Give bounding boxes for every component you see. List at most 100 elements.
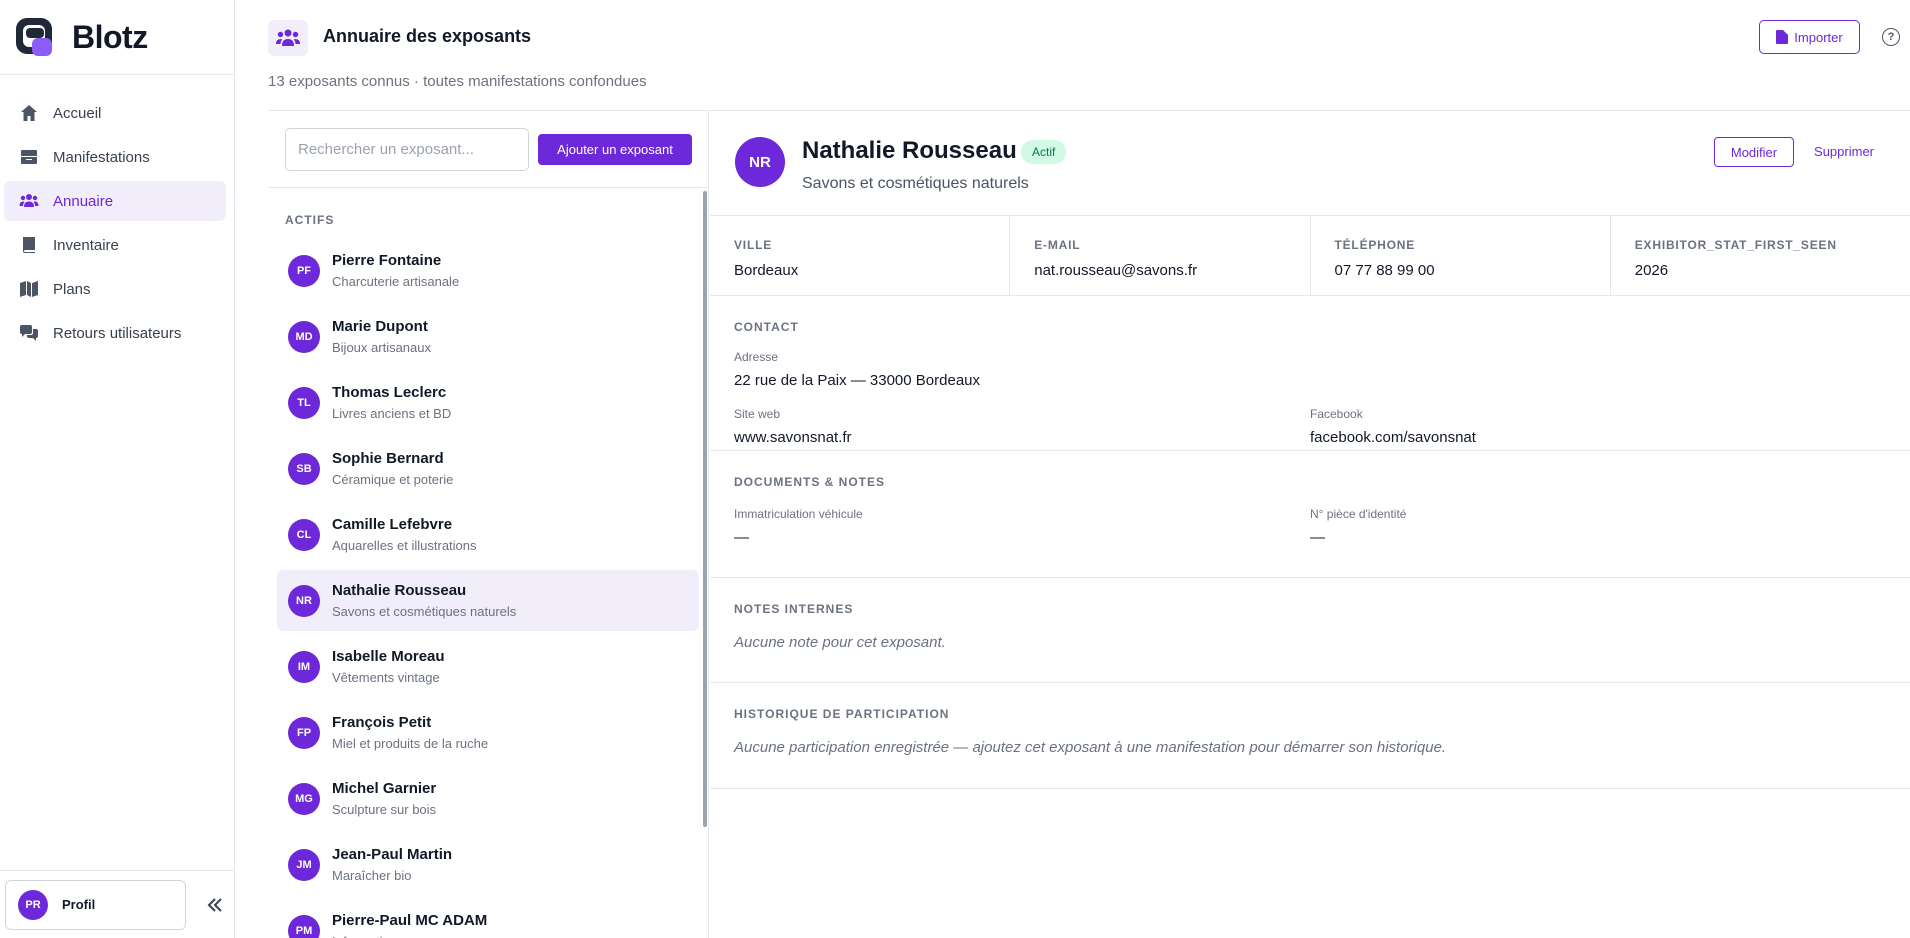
list-item[interactable]: TL Thomas Leclerc Livres anciens et BD (277, 372, 699, 433)
contact-section: CONTACT Adresse 22 rue de la Paix — 3300… (710, 296, 1910, 451)
collapse-sidebar-button[interactable] (202, 892, 228, 918)
exhibitor-name: Nathalie Rousseau (332, 581, 467, 599)
sidebar-item-annuaire[interactable]: Annuaire (4, 181, 226, 221)
sidebar-item-manifestations[interactable]: Manifestations (4, 137, 226, 177)
import-button[interactable]: Importer (1759, 20, 1860, 54)
users-icon (268, 20, 308, 56)
stats-row: VILLE Bordeaux E-MAIL nat.rousseau@savon… (710, 216, 1910, 296)
exhibitor-name: Marie Dupont (332, 317, 428, 335)
list-item[interactable]: PM Pierre-Paul MC ADAM Informatique (277, 900, 699, 938)
exhibitor-detail: NR Nathalie Rousseau Actif Savons et cos… (710, 110, 1910, 938)
exhibitor-category: Bijoux artisanaux (332, 339, 431, 355)
page-subtitle: 13 exposants connus · toutes manifestati… (268, 73, 647, 90)
stat-label: VILLE (734, 238, 773, 252)
avatar: PM (288, 914, 320, 938)
history-section: HISTORIQUE DE PARTICIPATION Aucune parti… (710, 683, 1910, 789)
stat-ville: VILLE Bordeaux (710, 216, 1011, 295)
stat-first-seen: EXHIBITOR_STAT_FIRST_SEEN 2026 (1611, 216, 1910, 295)
exhibitor-name: Michel Garnier (332, 779, 437, 797)
section-label: ACTIFS (285, 213, 335, 227)
avatar: SB (288, 452, 320, 485)
help-icon[interactable]: ? (1882, 28, 1900, 46)
field-label: N° pièce d'identité (1310, 507, 1407, 521)
avatar: MD (288, 320, 320, 353)
exhibitor-list-panel: Ajouter un exposant ACTIFS PF Pierre Font… (268, 110, 709, 938)
field-label: Immatriculation véhicule (734, 507, 863, 521)
list-item-text: Marie Dupont Bijoux artisanaux (332, 317, 431, 357)
delete-button[interactable]: Supprimer (1814, 144, 1874, 159)
sidebar-item-label: Retours utilisateurs (53, 324, 182, 342)
address-field: Adresse 22 rue de la Paix — 33000 Bordea… (734, 350, 1886, 389)
documents-grid: Immatriculation véhicule — N° pièce d'id… (734, 507, 1886, 546)
list-item[interactable]: SB Sophie Bernard Céramique et poterie (277, 438, 699, 499)
contact-grid: Site web www.savonsnat.fr Facebook faceb… (734, 407, 1886, 446)
exhibitor-name: Jean-Paul Martin (332, 845, 453, 863)
profile-label: Profil (62, 897, 96, 912)
list-item-text: Sophie Bernard Céramique et poterie (332, 449, 453, 489)
list-item[interactable]: NR Nathalie Rousseau Savons et cosmétiques… (277, 570, 699, 631)
exhibitor-name: Thomas Leclerc (332, 383, 447, 401)
map-icon (18, 278, 40, 300)
exhibitor-name: Isabelle Moreau (332, 647, 445, 665)
list-item[interactable]: MD Marie Dupont Bijoux artisanaux (277, 306, 699, 367)
history-empty-text: Aucune participation enregistrée — ajout… (734, 739, 1447, 756)
book-icon (18, 234, 40, 256)
list-scrollbar[interactable] (703, 191, 707, 827)
list-item-text: Thomas Leclerc Livres anciens et BD (332, 383, 451, 423)
edit-button[interactable]: Modifier (1714, 137, 1794, 167)
brand[interactable]: Blotz (0, 0, 234, 75)
field-value: — (1310, 529, 1325, 546)
add-exhibitor-button[interactable]: Ajouter un exposant (538, 133, 692, 165)
list-item[interactable]: PF Pierre Fontaine Charcuterie artisanale (277, 240, 699, 301)
sidebar-item-accueil[interactable]: Accueil (4, 93, 226, 133)
list-item-text: Camille Lefebvre Aquarelles et illustrati… (332, 515, 477, 555)
section-title: HISTORIQUE DE PARTICIPATION (734, 707, 950, 721)
list-item[interactable]: MG Michel Garnier Sculpture sur bois (277, 768, 699, 829)
field-label: Site web (734, 407, 781, 421)
sidebar-item-label: Plans (53, 280, 91, 298)
list-item[interactable]: FP François Petit Miel et produits de la r… (277, 702, 699, 763)
exhibitor-name: Camille Lefebvre (332, 515, 453, 533)
exhibitor-list[interactable]: ACTIFS PF Pierre Fontaine Charcuterie arti… (268, 189, 708, 938)
section-title: CONTACT (734, 320, 799, 334)
exhibitor-name: Pierre Fontaine (332, 251, 442, 269)
list-item[interactable]: IM Isabelle Moreau Vêtements vintage (277, 636, 699, 697)
avatar: MG (288, 782, 320, 815)
file-icon (1776, 30, 1789, 44)
sidebar-item-retours[interactable]: Retours utilisateurs (4, 313, 226, 353)
sidebar-item-plans[interactable]: Plans (4, 269, 226, 309)
notes-section: NOTES INTERNES Aucune note pour cet expo… (710, 578, 1910, 683)
list-item[interactable]: JM Jean-Paul Martin Maraîcher bio (277, 834, 699, 895)
profile-button[interactable]: PR Profil (5, 879, 186, 930)
page-title: Annuaire des exposants (323, 26, 532, 46)
list-item[interactable]: CL Camille Lefebvre Aquarelles et illustra… (277, 504, 699, 565)
avatar: CL (288, 518, 320, 551)
field-label: Adresse (734, 350, 779, 364)
list-item-text: Michel Garnier Sculpture sur bois (332, 779, 436, 819)
plate-field: Immatriculation véhicule — (734, 507, 1310, 546)
notes-empty-text: Aucune note pour cet exposant. (734, 634, 946, 651)
search-input[interactable] (285, 127, 529, 171)
exhibitor-category: Miel et produits de la ruche (332, 735, 489, 751)
sidebar-item-label: Manifestations (53, 148, 150, 166)
exhibitor-category: Céramique et poterie (332, 471, 454, 487)
exhibitor-category: Savons et cosmétiques naturels (802, 175, 1029, 192)
field-label: Facebook (1310, 407, 1363, 421)
avatar: JM (288, 848, 320, 881)
search-row: Ajouter un exposant (268, 111, 708, 188)
sidebar-item-label: Accueil (53, 104, 102, 122)
blotz-logo-icon (16, 18, 52, 56)
exhibitor-name: Pierre-Paul MC ADAM (332, 911, 488, 929)
avatar: NR (288, 584, 320, 617)
sidebar-item-label: Inventaire (53, 236, 119, 254)
exhibitor-category: Charcuterie artisanale (332, 273, 460, 289)
sidebar-item-inventaire[interactable]: Inventaire (4, 225, 226, 265)
stat-value: Bordeaux (734, 262, 799, 279)
chat-icon (18, 322, 40, 344)
avatar: PR (18, 889, 48, 920)
field-value: 22 rue de la Paix — 33000 Bordeaux (734, 372, 980, 389)
list-item-text: François Petit Miel et produits de la ruc… (332, 713, 488, 753)
exhibitor-category: Aquarelles et illustrations (332, 537, 477, 553)
facebook-field: Facebook facebook.com/savonsnat (1310, 407, 1886, 446)
stat-label: E-MAIL (1034, 238, 1081, 252)
